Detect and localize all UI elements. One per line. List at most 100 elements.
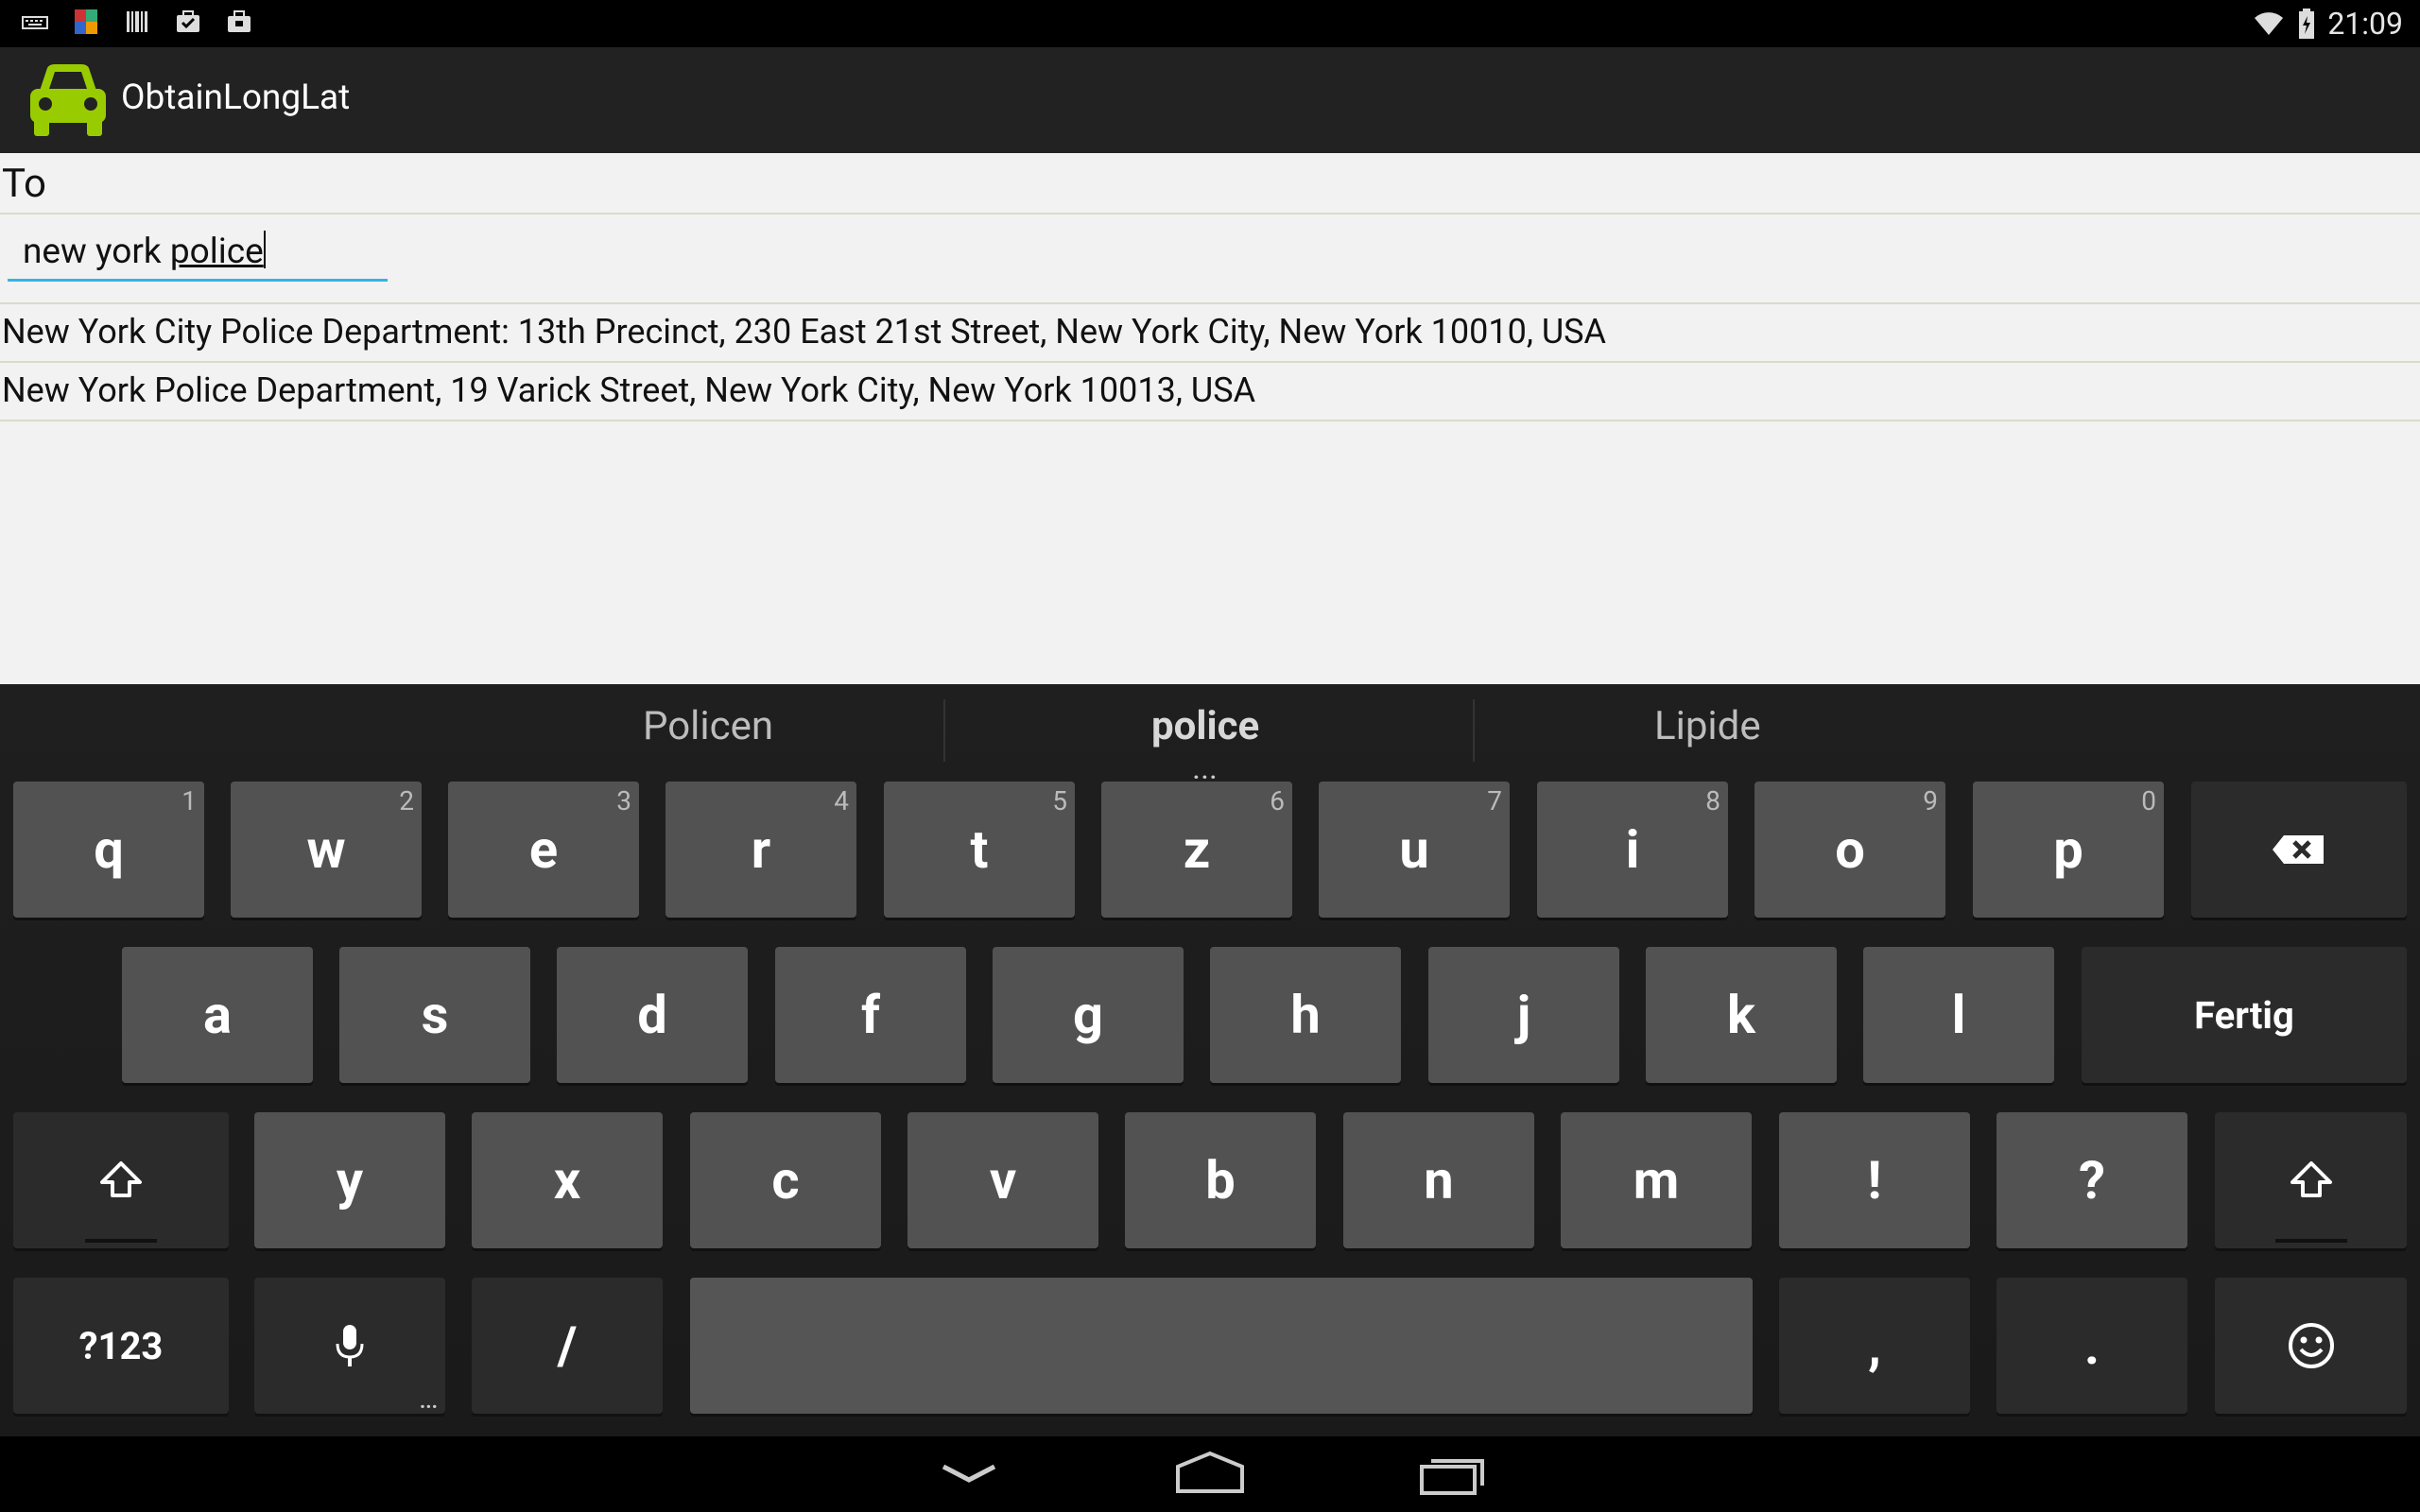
content-area: To new york police New York City Police … xyxy=(0,153,2420,684)
mic-more-indicator: ... xyxy=(419,1390,438,1414)
key-u[interactable]: u7 xyxy=(1319,782,1510,918)
navigation-bar xyxy=(0,1436,2420,1512)
key-i[interactable]: i8 xyxy=(1537,782,1728,918)
result-item[interactable]: New York Police Department, 19 Varick St… xyxy=(2,370,1255,410)
key-label: t xyxy=(970,818,989,881)
period-key[interactable]: . xyxy=(1996,1278,2187,1414)
key-hint: 7 xyxy=(1487,785,1502,816)
task-icon xyxy=(177,10,199,32)
key-label: j xyxy=(1516,984,1531,1046)
shift-key-right[interactable] xyxy=(2215,1112,2407,1248)
key-hint: 3 xyxy=(616,785,631,816)
key-label: o xyxy=(1835,818,1865,881)
key-n[interactable]: n xyxy=(1343,1112,1534,1248)
key-label: / xyxy=(557,1314,578,1377)
key-f[interactable]: f xyxy=(775,947,966,1083)
emoji-key[interactable] xyxy=(2215,1278,2407,1414)
key-label: e xyxy=(528,818,559,881)
more-suggestions-indicator: ... xyxy=(1193,758,1219,784)
key-hint: 6 xyxy=(1270,785,1285,816)
home-icon[interactable] xyxy=(1174,1450,1246,1497)
app-icon xyxy=(75,9,97,34)
key-a[interactable]: a xyxy=(122,947,313,1083)
key-hint: 5 xyxy=(1052,785,1067,816)
slash-key[interactable]: / xyxy=(472,1278,663,1414)
shift-icon xyxy=(2290,1161,2332,1197)
key-label: r xyxy=(751,818,771,881)
backspace-icon xyxy=(2273,835,2324,864)
action-bar: ObtainLongLat xyxy=(0,47,2420,153)
key-e[interactable]: e3 xyxy=(448,782,639,918)
key-label: x xyxy=(553,1149,581,1211)
key-h[interactable]: h xyxy=(1210,947,1401,1083)
result-item[interactable]: New York City Police Department: 13th Pr… xyxy=(2,312,1606,352)
key-label: v xyxy=(989,1149,1017,1211)
mic-key[interactable]: ... xyxy=(254,1278,445,1414)
key-y[interactable]: y xyxy=(254,1112,445,1248)
key-label: Fertig xyxy=(2194,992,2294,1038)
key-g[interactable]: g xyxy=(993,947,1184,1083)
key-label: ! xyxy=(1867,1149,1882,1211)
key-label: d xyxy=(637,984,667,1046)
key-hint: 1 xyxy=(182,785,197,816)
key-label: f xyxy=(860,984,881,1046)
space-key[interactable] xyxy=(690,1278,1753,1414)
key-j[interactable]: j xyxy=(1428,947,1619,1083)
key-o[interactable]: o9 xyxy=(1754,782,1945,918)
key-label: i xyxy=(1625,818,1640,881)
microphone-icon xyxy=(336,1325,364,1366)
key-x[interactable]: x xyxy=(472,1112,663,1248)
key-k[interactable]: k xyxy=(1646,947,1837,1083)
key-label: g xyxy=(1073,984,1103,1046)
key-label: . xyxy=(2083,1314,2100,1377)
suggestion-divider xyxy=(943,699,945,762)
key-l[interactable]: l xyxy=(1863,947,2054,1083)
key-hint: 0 xyxy=(2141,785,2156,816)
done-key[interactable]: Fertig xyxy=(2082,947,2407,1083)
key-r[interactable]: r4 xyxy=(666,782,856,918)
back-icon[interactable] xyxy=(936,1450,1002,1497)
comma-key[interactable]: , xyxy=(1779,1278,1970,1414)
divider xyxy=(0,213,2420,215)
key-p[interactable]: p0 xyxy=(1973,782,2164,918)
key-z[interactable]: z6 xyxy=(1101,782,1292,918)
shift-key-left[interactable] xyxy=(13,1112,229,1248)
car-icon[interactable] xyxy=(26,62,110,138)
key-b[interactable]: b xyxy=(1125,1112,1316,1248)
backspace-key[interactable] xyxy=(2191,782,2407,918)
barcode-icon xyxy=(127,11,147,32)
smiley-icon xyxy=(2288,1323,2334,1368)
key-label: b xyxy=(1205,1149,1236,1211)
suggestion-right[interactable]: Lipide xyxy=(1654,703,1761,749)
key-q[interactable]: q1 xyxy=(13,782,204,918)
key-d[interactable]: d xyxy=(557,947,748,1083)
key-hint: 9 xyxy=(1923,785,1938,816)
key-c[interactable]: c xyxy=(690,1112,881,1248)
suggestion-center[interactable]: police xyxy=(1151,703,1259,749)
key-label: q xyxy=(94,818,124,881)
key-m[interactable]: m xyxy=(1561,1112,1752,1248)
key-w[interactable]: w2 xyxy=(231,782,422,918)
divider xyxy=(0,420,2420,421)
key-v[interactable]: v xyxy=(908,1112,1098,1248)
key-label: m xyxy=(1633,1149,1680,1211)
destination-input[interactable] xyxy=(8,223,388,282)
shift-icon xyxy=(100,1161,142,1197)
shift-indicator xyxy=(2275,1239,2347,1243)
key-s[interactable]: s xyxy=(339,947,530,1083)
suggestion-left[interactable]: Policen xyxy=(643,703,773,749)
key-label: p xyxy=(2053,818,2083,881)
key-question[interactable]: ? xyxy=(1996,1112,2187,1248)
key-exclamation[interactable]: ! xyxy=(1779,1112,1970,1248)
suggestion-divider xyxy=(1473,699,1475,762)
key-label: n xyxy=(1424,1149,1454,1211)
key-t[interactable]: t5 xyxy=(884,782,1075,918)
wifi-icon xyxy=(2255,12,2284,35)
recents-icon[interactable] xyxy=(1418,1450,1488,1497)
key-label: h xyxy=(1290,984,1321,1046)
key-label: ?123 xyxy=(78,1323,164,1368)
key-label: a xyxy=(203,984,232,1046)
symbols-key[interactable]: ?123 xyxy=(13,1278,229,1414)
key-label: ? xyxy=(2079,1149,2105,1211)
shift-indicator xyxy=(85,1239,157,1243)
